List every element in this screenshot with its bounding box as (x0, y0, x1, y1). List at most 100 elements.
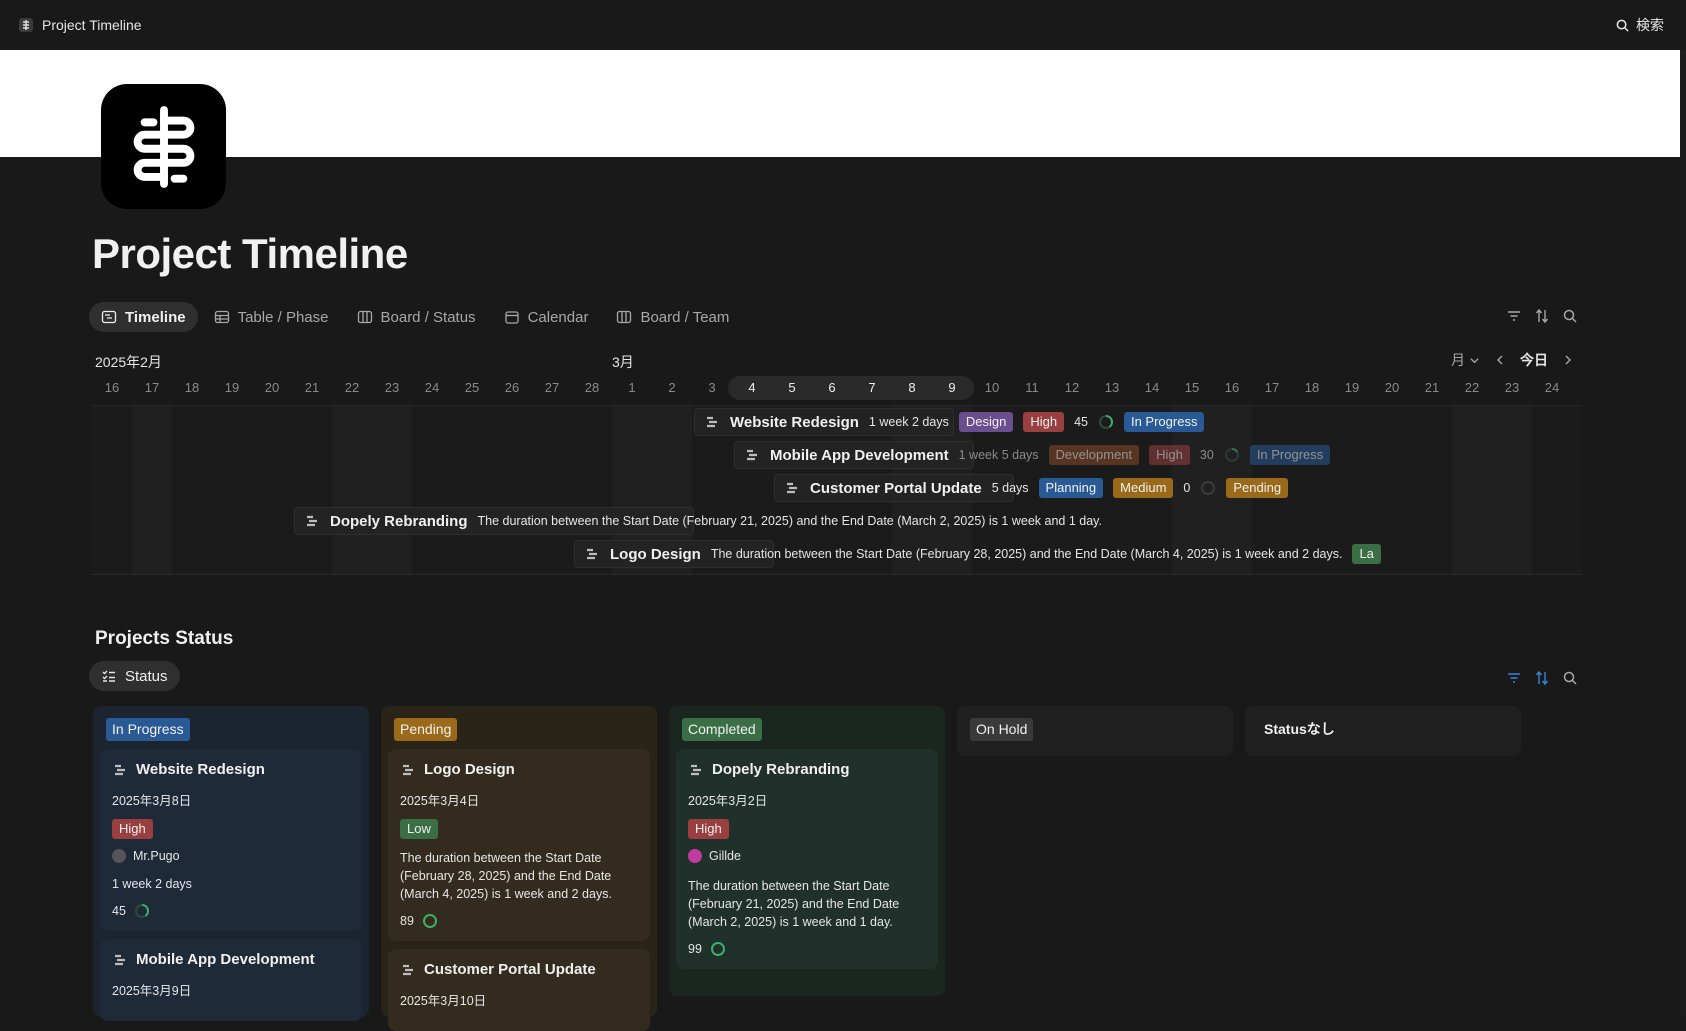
search-label: 検索 (1636, 17, 1664, 33)
card-title: Customer Portal Update (424, 961, 596, 978)
progress-value: 30 (1199, 448, 1214, 462)
day-label: 23 (384, 380, 400, 395)
progress-value: 89 (400, 914, 414, 928)
zoom-select[interactable]: 月 (1451, 350, 1480, 370)
phase-tag: Design (958, 412, 1014, 432)
column-label: In Progress (106, 718, 190, 741)
board-icon (357, 310, 372, 324)
filter-icon[interactable] (1506, 308, 1522, 324)
day-label: 25 (464, 380, 480, 395)
status-tag: In Progress (1123, 412, 1205, 432)
chevron-left-icon[interactable] (1494, 354, 1506, 366)
day-label: 17 (1264, 380, 1280, 395)
day-label: 7 (868, 380, 876, 395)
status-toolbar (1506, 670, 1578, 686)
board-card[interactable]: Dopely Rebranding 2025年3月2日 High Gillde … (676, 749, 938, 969)
page-icon (691, 764, 701, 775)
column-label: Pending (394, 718, 458, 741)
phase-tag: Development (1048, 445, 1140, 465)
weekend-shade (132, 406, 172, 574)
person-name: Mr.Pugo (133, 849, 180, 863)
card-duration: 1 week 2 days (112, 877, 192, 891)
page-icon (403, 964, 413, 975)
page-icon (403, 764, 413, 775)
search-icon[interactable] (1562, 670, 1578, 686)
day-label: 1 (628, 380, 636, 395)
progress-ring-icon (1098, 414, 1113, 429)
card-date: 2025年3月4日 (400, 794, 480, 808)
board-column-on-hold[interactable]: On Hold (957, 706, 1233, 756)
timeline-bar[interactable]: Website Redesign 1 week 2 days Design Hi… (694, 408, 1205, 436)
sort-icon[interactable] (1534, 308, 1550, 324)
top-bar: Project Timeline 検索 (0, 0, 1686, 50)
day-label: 16 (1224, 380, 1240, 395)
page-icon (747, 449, 757, 461)
timeline-bar[interactable]: Mobile App Development 1 week 5 days Dev… (734, 441, 1331, 469)
timeline-bar[interactable]: Dopely Rebranding The duration between t… (294, 507, 1102, 535)
card-title: Logo Design (424, 761, 515, 778)
progress-value: 0 (1183, 481, 1191, 495)
scrollbar[interactable] (1680, 50, 1686, 1017)
board-column-pending[interactable]: Pending Logo Design 2025年3月4日 Low The du… (381, 706, 657, 1031)
page-icon (707, 416, 717, 428)
day-label: 19 (1344, 380, 1360, 395)
checklist-icon (102, 670, 115, 682)
app-logo-icon (18, 17, 34, 33)
board-card[interactable]: Customer Portal Update 2025年3月10日 (388, 949, 650, 1031)
today-button[interactable]: 今日 (1520, 350, 1548, 370)
bar-title: Website Redesign (730, 413, 859, 431)
day-label: 2 (668, 380, 676, 395)
calendar-icon (504, 311, 519, 324)
bar-duration: 5 days (991, 481, 1029, 495)
card-date: 2025年3月2日 (688, 794, 768, 808)
chevron-right-icon[interactable] (1562, 354, 1574, 366)
day-label: 5 (788, 380, 796, 395)
day-label: 20 (1384, 380, 1400, 395)
search-button[interactable]: 検索 (1615, 15, 1664, 35)
card-description: The duration between the Start Date (Feb… (400, 851, 612, 901)
sort-icon[interactable] (1534, 670, 1550, 686)
board-column-in-progress[interactable]: In Progress Website Redesign 2025年3月8日 H… (93, 706, 369, 1021)
board-card[interactable]: Website Redesign 2025年3月8日 High Mr.Pugo … (100, 749, 362, 931)
tab-timeline[interactable]: Timeline (89, 302, 198, 332)
day-label: 22 (344, 380, 360, 395)
status-tag: Pending (1226, 478, 1289, 498)
progress-ring-icon (422, 914, 437, 928)
timeline-bar[interactable]: Logo Design The duration between the Sta… (574, 540, 1381, 568)
card-title: Dopely Rebranding (712, 761, 850, 778)
filter-icon[interactable] (1506, 670, 1522, 686)
tab-calendar[interactable]: Calendar (492, 302, 601, 332)
tab-status[interactable]: Status (89, 661, 180, 691)
window-title[interactable]: Project Timeline (42, 17, 142, 33)
priority-tag: High (688, 819, 729, 839)
board-column-no-status[interactable]: Statusなし (1245, 706, 1521, 756)
progress-value: 45 (112, 904, 126, 918)
tab-board-status[interactable]: Board / Status (345, 302, 488, 332)
cover-image[interactable] (0, 50, 1680, 157)
day-label: 26 (504, 380, 520, 395)
progress-value: 45 (1074, 415, 1088, 429)
card-title: Website Redesign (136, 761, 265, 778)
page-logo[interactable] (101, 84, 226, 209)
month-label-feb: 2025年2月 (95, 354, 162, 370)
tab-label: Board / Status (380, 308, 476, 326)
tab-label: Status (125, 667, 168, 685)
avatar (112, 849, 126, 863)
page-icon (307, 515, 317, 527)
tab-board-team[interactable]: Board / Team (604, 302, 741, 332)
card-title: Mobile App Development (136, 951, 315, 968)
tab-label: Table / Phase (237, 308, 329, 326)
board-card[interactable]: Logo Design 2025年3月4日 Low The duration b… (388, 749, 650, 941)
phase-tag: Planning (1038, 478, 1104, 498)
day-label: 24 (424, 380, 440, 395)
timeline-area[interactable]: Website Redesign 1 week 2 days Design Hi… (92, 405, 1582, 575)
tab-table-phase[interactable]: Table / Phase (202, 302, 341, 332)
progress-ring-icon (1224, 447, 1239, 462)
board-card[interactable]: Mobile App Development 2025年3月9日 (100, 939, 362, 1021)
search-icon (1616, 19, 1629, 32)
search-icon[interactable] (1562, 308, 1578, 324)
timeline-bar[interactable]: Customer Portal Update 5 days Planning M… (774, 474, 1289, 502)
day-label: 10 (984, 380, 1000, 395)
board-column-completed[interactable]: Completed Dopely Rebranding 2025年3月2日 Hi… (669, 706, 945, 996)
tab-label: Board / Team (640, 308, 730, 326)
